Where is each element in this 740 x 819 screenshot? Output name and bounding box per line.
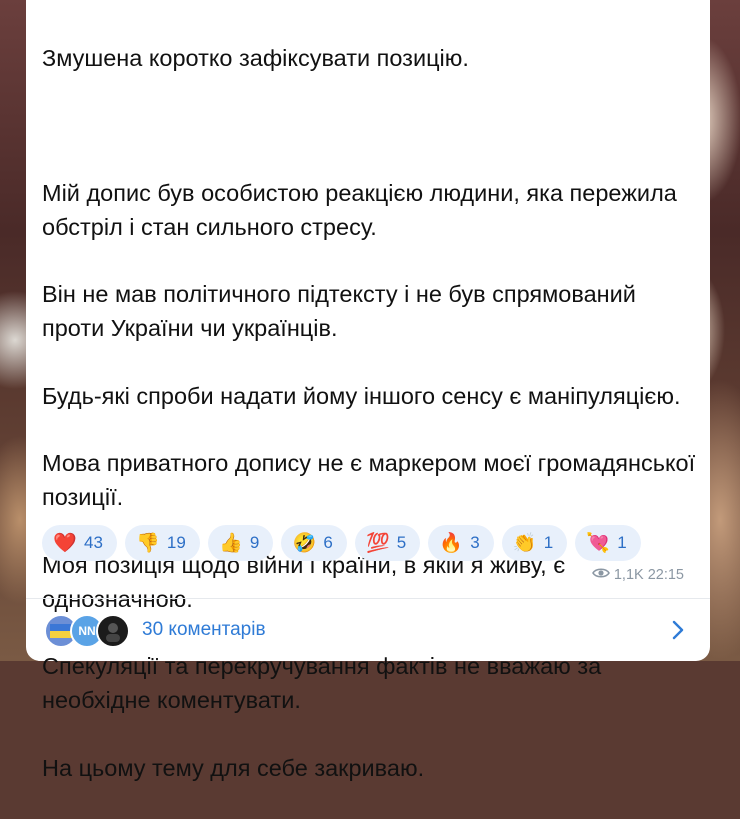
message-line: Будь-які спроби надати йому іншого сенсу… (42, 382, 681, 409)
reaction-count: 1 (617, 533, 627, 552)
message-line: На цьому тему для себе закриваю. (42, 754, 425, 781)
thumbs-down-icon: 👎 (136, 532, 160, 554)
comments-button[interactable]: NN 30 коментарів (26, 599, 710, 661)
message-meta: 1,1K 22:15 (591, 567, 684, 583)
hundred-icon: 💯 (365, 532, 390, 554)
rofl-icon: 🤣 (292, 532, 317, 554)
message-line (42, 109, 702, 143)
fire-icon: 🔥 (439, 532, 464, 554)
reaction-count: 9 (249, 533, 260, 552)
thumbs-up-icon: 👍 (219, 532, 243, 554)
message-time: 22:15 (647, 567, 684, 583)
avatar (96, 614, 130, 648)
reaction-hundred[interactable]: 💯 5 (354, 525, 421, 561)
reaction-rofl[interactable]: 🤣 6 (281, 525, 347, 561)
reaction-fire[interactable]: 🔥 3 (428, 525, 494, 561)
message-line: Змушена коротко зафіксувати позицію. (42, 44, 469, 71)
person-icon (106, 623, 120, 642)
view-count: 1,1K (613, 567, 644, 583)
reaction-count: 19 (166, 533, 186, 552)
comments-label: 30 коментарів (142, 619, 266, 640)
flag-icon (50, 624, 72, 638)
reaction-thumbs-up[interactable]: 👍 9 (207, 525, 274, 561)
chevron-right-icon (672, 620, 684, 640)
reaction-count: 3 (470, 533, 480, 552)
reaction-count: 5 (396, 533, 407, 552)
reaction-heart-arrow[interactable]: 💘 1 (575, 525, 641, 561)
reaction-count: 43 (84, 533, 103, 552)
message-line: Мій допис був особистою реакцією людини,… (42, 179, 677, 240)
reactions-bar: ❤️ 43 👎 19 👍 9 🤣 6 💯 5 🔥 3 👏 1 💘 1 (42, 525, 641, 563)
clap-icon: 👏 (512, 532, 537, 554)
reaction-thumbs-down[interactable]: 👎 19 (124, 525, 200, 561)
message-line: Він не мав політичного підтексту і не бу… (42, 281, 636, 342)
commenter-avatars: NN (44, 614, 134, 648)
reaction-heart[interactable]: ❤️ 43 (42, 525, 117, 561)
reaction-clap[interactable]: 👏 1 (501, 525, 568, 561)
message-bubble: Змушена коротко зафіксувати позицію. Мій… (26, 0, 710, 781)
heart-arrow-icon: 💘 (586, 532, 611, 554)
eye-icon (591, 567, 610, 583)
reaction-count: 6 (323, 533, 333, 552)
reaction-count: 1 (543, 533, 554, 552)
heart-icon: ❤️ (53, 532, 77, 554)
message-text: Змушена коротко зафіксувати позицію. Мій… (42, 8, 702, 819)
message-line: Мова приватного допису не є маркером моє… (42, 450, 696, 511)
